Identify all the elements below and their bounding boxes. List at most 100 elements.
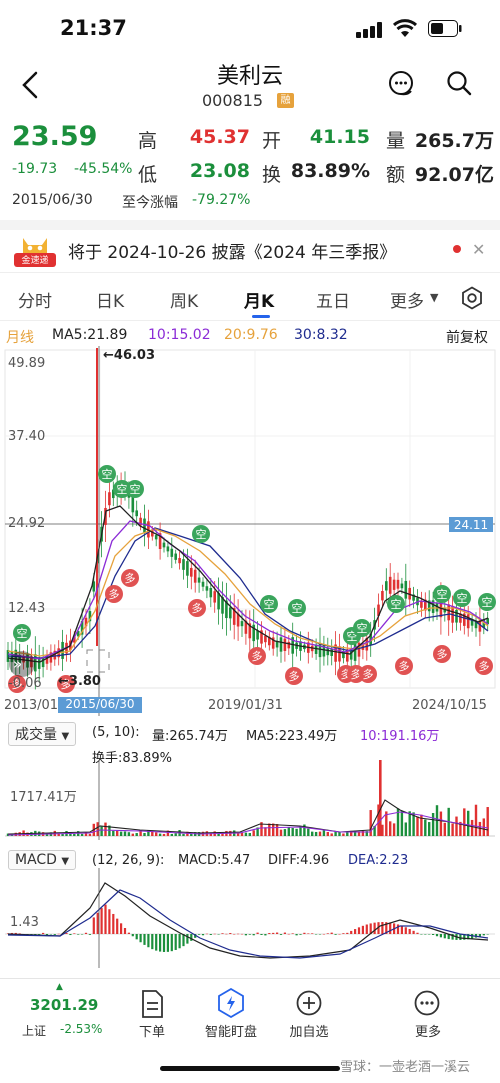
macd-bar: [53, 934, 56, 935]
home-indicator[interactable]: [160, 1066, 340, 1071]
customer-service-icon[interactable]: [386, 68, 416, 98]
selected-date: 2015/06/30: [12, 192, 93, 208]
volume-bar: [119, 831, 123, 836]
candle-body: [279, 637, 283, 652]
tab-five-day[interactable]: 五日: [316, 287, 350, 312]
candle-body: [174, 553, 177, 560]
tab-weekly-k[interactable]: 周K: [170, 287, 198, 312]
volume-bar: [443, 822, 446, 836]
macd-bar: [299, 934, 302, 935]
chart-settings-icon[interactable]: [460, 286, 484, 310]
volume-bar: [463, 808, 466, 836]
volume-bar: [236, 833, 240, 836]
x-tick: 2013/01: [4, 698, 59, 713]
candle-body: [385, 581, 388, 591]
long-signal-badge: 多: [475, 657, 493, 675]
volume-select-label: 成交量: [15, 727, 57, 743]
volume-bar: [467, 810, 470, 836]
status-time: 21:37: [60, 16, 127, 40]
macd-bar: [42, 932, 45, 934]
tab-more[interactable]: 更多: [390, 287, 424, 312]
amount-label: 额: [386, 164, 406, 186]
volume-bar: [338, 832, 341, 836]
volume-bar: [283, 829, 287, 836]
macd-bar: [400, 925, 403, 934]
candle-body: [213, 591, 216, 603]
add-watchlist-label[interactable]: 加自选: [279, 1021, 339, 1040]
order-label[interactable]: 下单: [122, 1021, 182, 1040]
macd-bar: [354, 929, 357, 934]
macd-bar: [201, 934, 205, 936]
svg-text:多: 多: [125, 571, 136, 585]
macd-bar: [287, 933, 290, 935]
index-value[interactable]: 3201.29: [30, 996, 98, 1014]
svg-text:空: 空: [17, 626, 28, 640]
volume-indicator-select[interactable]: 成交量 ▼: [8, 722, 77, 746]
volume-bar: [170, 833, 173, 836]
status-bar: 21:37: [0, 0, 500, 56]
macd-bar: [357, 927, 361, 934]
collapse-chevron-icon[interactable]: »: [13, 655, 22, 673]
volume-bars: [6, 760, 489, 836]
volume-bar: [416, 816, 419, 836]
more-icon[interactable]: [414, 990, 440, 1016]
add-watchlist-icon[interactable]: [296, 990, 322, 1016]
macd-bar: [420, 934, 423, 935]
macd-select-label: MACD: [15, 852, 57, 868]
active-tab-indicator: [252, 315, 270, 318]
svg-text:空: 空: [102, 467, 113, 481]
candle-body: [182, 559, 185, 570]
disclosure-notice[interactable]: 将于 2024-10-26 披露《2024 年三季报》: [68, 238, 396, 263]
volume-bar: [470, 819, 474, 836]
candle-body: [404, 580, 408, 599]
volume-bar: [486, 807, 489, 836]
volume-value: 265.7万: [414, 130, 494, 152]
volume-bar: [408, 811, 411, 836]
fullscreen-handle: [86, 649, 110, 673]
smart-monitor-icon[interactable]: [218, 988, 244, 1018]
ma10-value: 10:15.02: [148, 327, 211, 343]
ma20-line: [7, 528, 489, 657]
macd-bar: [373, 922, 376, 934]
tab-monthly-k[interactable]: 月K: [244, 287, 274, 312]
more-label[interactable]: 更多: [398, 1021, 458, 1040]
macd-bar: [143, 934, 146, 945]
close-notice-icon[interactable]: ✕: [472, 240, 485, 259]
long-signal-badge: 多: [285, 667, 303, 685]
more-dropdown-icon[interactable]: ▼: [430, 291, 438, 304]
turnover-value: 83.89%: [290, 160, 370, 182]
adjust-mode[interactable]: 前复权: [446, 327, 488, 347]
tab-intraday[interactable]: 分时: [18, 287, 52, 312]
candle-body: [209, 588, 213, 598]
tab-daily-k[interactable]: 日K: [96, 287, 124, 312]
price-change: -19.73: [12, 161, 58, 177]
volume-bar: [455, 816, 458, 836]
smart-monitor-label[interactable]: 智能盯盘: [196, 1021, 266, 1040]
macd-bar: [283, 932, 286, 934]
macd-bar: [84, 932, 88, 934]
macd-indicator-select[interactable]: MACD ▼: [8, 850, 77, 870]
wifi-icon: [392, 19, 418, 37]
candle-body: [190, 567, 193, 577]
search-icon[interactable]: [446, 70, 472, 96]
macd-bar: [459, 934, 462, 940]
order-icon[interactable]: [140, 990, 164, 1018]
volume-bar: [400, 811, 404, 836]
candle-body: [154, 535, 158, 540]
ma20-value: 20:9.76: [224, 327, 278, 343]
candle-body: [240, 621, 244, 627]
macd-bar: [198, 934, 201, 935]
svg-text:空: 空: [292, 601, 303, 615]
volume-bar: [326, 831, 329, 836]
candle-body: [287, 641, 291, 649]
stock-code: 000815: [202, 91, 264, 110]
candlestick-chart[interactable]: 空空空 空空空 空空空空空空空多 多多多多多多多多多多多多: [0, 346, 500, 716]
volume-bar: [248, 833, 251, 836]
macd-bar: [205, 933, 208, 935]
volume-bar: [155, 832, 158, 836]
y-tick: 12.43: [8, 601, 46, 616]
volume-ma10-line: [7, 811, 489, 836]
macd-bar: [139, 934, 142, 943]
divider: [0, 978, 500, 979]
svg-text:多: 多: [437, 647, 448, 661]
